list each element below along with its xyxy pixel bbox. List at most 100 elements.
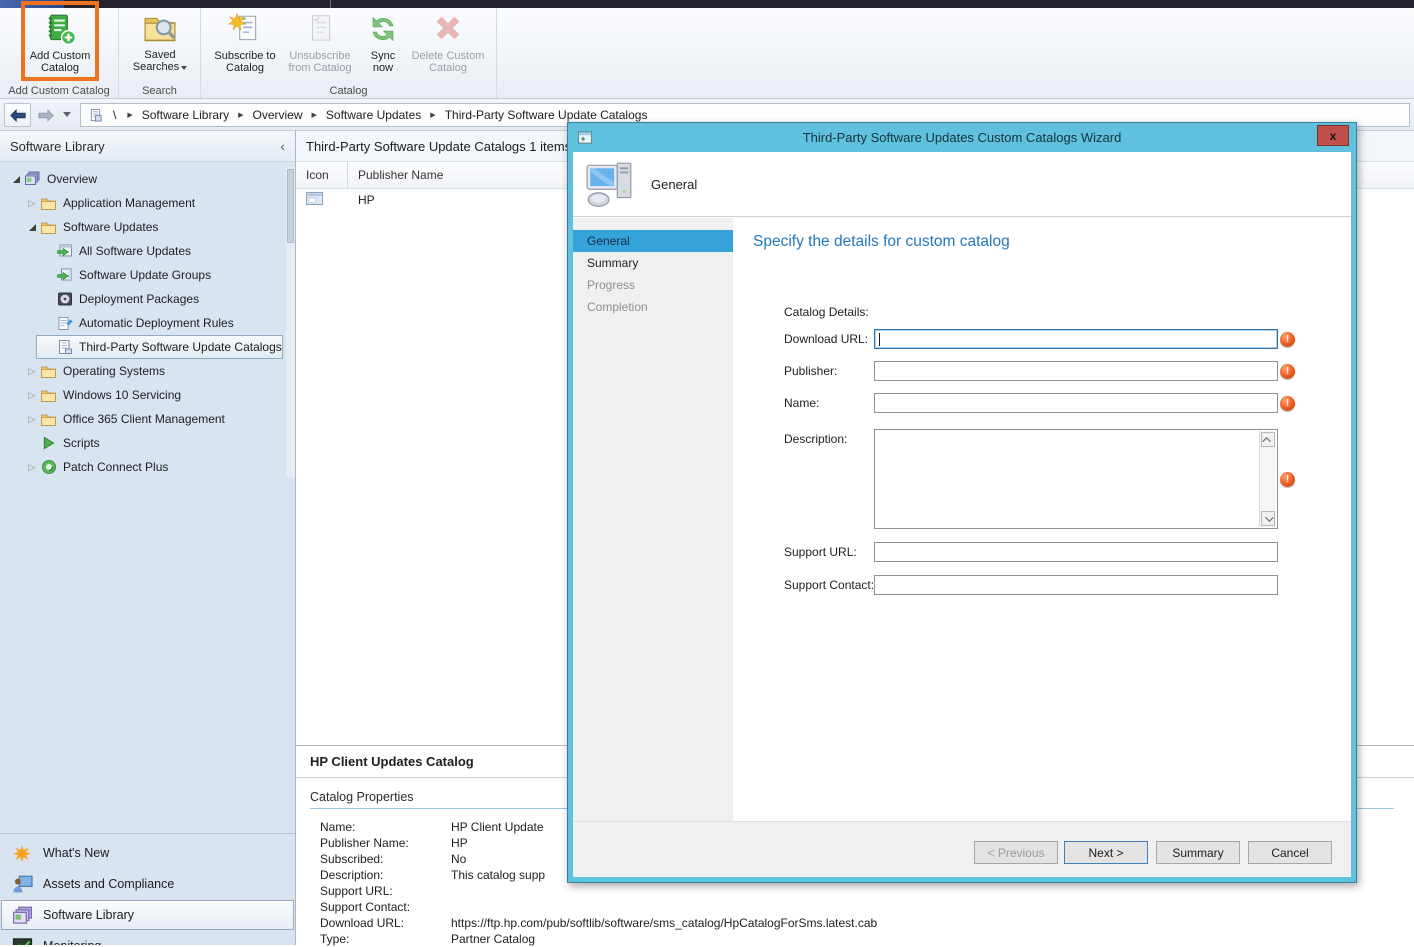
- ribbon-button-sync-now[interactable]: Sync now: [361, 11, 405, 75]
- expand-expander-icon[interactable]: [24, 407, 40, 431]
- scroll-up-icon[interactable]: [1261, 432, 1275, 447]
- support-url-input[interactable]: [874, 542, 1278, 562]
- tree-item-label: All Software Updates: [79, 244, 192, 258]
- workspace-item-monitoring[interactable]: Monitoring: [1, 931, 294, 945]
- property-row: Download URL: https://ftp.hp.com/pub/soft…: [296, 915, 1414, 931]
- support-contact-input[interactable]: [874, 575, 1278, 595]
- expand-expander-icon[interactable]: [24, 455, 40, 479]
- sidebar-item-software-update-groups[interactable]: Software Update Groups: [0, 263, 285, 287]
- navigation-tree: Overview Application Management Software U…: [0, 167, 285, 479]
- textarea-scrollbar[interactable]: [1259, 431, 1276, 527]
- tree-scrollbar[interactable]: [286, 167, 295, 477]
- breadcrumb-item-software-library[interactable]: Software Library: [136, 106, 235, 124]
- sidebar-item-all-software-updates[interactable]: All Software Updates: [0, 239, 285, 263]
- workspace-item-assets-and-compliance[interactable]: Assets and Compliance: [1, 869, 294, 899]
- breadcrumb-item-overview[interactable]: Overview: [247, 106, 309, 124]
- scroll-down-icon[interactable]: [1261, 511, 1275, 526]
- summary-button[interactable]: Summary: [1156, 841, 1240, 864]
- tree-item-label: Deployment Packages: [79, 292, 200, 306]
- details-title: HP Client Updates Catalog: [310, 754, 474, 769]
- ribbon-group-catalog: Subscribe to Catalog Unsubscribe from Cat…: [201, 8, 497, 98]
- wizard-title-bar: Third-Party Software Updates Custom Cata…: [568, 123, 1356, 152]
- sidebar-item-software-updates[interactable]: Software Updates: [0, 215, 285, 239]
- ribbon-group-label: Catalog: [329, 85, 368, 97]
- collapse-expander-icon[interactable]: [24, 215, 40, 239]
- ribbon-button-label: Delete Custom Catalog: [411, 49, 485, 75]
- collapse-expander-icon[interactable]: [8, 167, 24, 191]
- workspace-label: What's New: [43, 846, 110, 860]
- sidebar-header: Software Library ‹: [0, 131, 295, 162]
- ribbon-button-unsubscribe-from-catalog[interactable]: Unsubscribe from Catalog: [281, 11, 359, 75]
- history-dropdown-icon[interactable]: [63, 112, 71, 117]
- workspace-item-what-s-new[interactable]: What's New: [1, 838, 294, 868]
- wizard-step-nav: General Summary Progress Completion: [573, 218, 733, 821]
- tree-item-label: Automatic Deployment Rules: [79, 316, 234, 330]
- close-button[interactable]: x: [1317, 125, 1349, 146]
- wizard-small-icon: [577, 130, 593, 145]
- folder-icon: [40, 363, 57, 380]
- wizard-header: General: [573, 152, 1351, 217]
- workspace-label: Monitoring: [43, 939, 101, 945]
- sidebar-item-automatic-deployment-rules[interactable]: Automatic Deployment Rules: [0, 311, 285, 335]
- breadcrumb-item-software-updates[interactable]: Software Updates: [320, 106, 427, 124]
- tree-item-label: Application Management: [63, 196, 196, 210]
- delete-custom-catalog-icon: [431, 11, 465, 47]
- patch-connect-icon: [40, 459, 57, 476]
- cancel-button[interactable]: Cancel: [1248, 841, 1332, 864]
- ribbon-button-label: Unsubscribe from Catalog: [288, 49, 352, 75]
- sidebar-item-patch-connect-plus[interactable]: Patch Connect Plus: [0, 455, 285, 479]
- workspace-item-software-library[interactable]: Software Library: [1, 900, 294, 930]
- expand-expander-icon[interactable]: [24, 191, 40, 215]
- next-button[interactable]: Next >: [1064, 841, 1148, 864]
- wizard-step-general[interactable]: General: [573, 230, 733, 252]
- sidebar-item-deployment-packages[interactable]: Deployment Packages: [0, 287, 285, 311]
- sidebar-item-operating-systems[interactable]: Operating Systems: [0, 359, 285, 383]
- deployment-packages-icon: [56, 291, 73, 308]
- column-header-publisher-name[interactable]: Publisher Name: [348, 162, 443, 188]
- catalogs-icon: [56, 339, 73, 356]
- tree-item-label: Overview: [47, 172, 98, 186]
- deployment-rules-icon: [56, 315, 73, 332]
- breadcrumb-separator-icon: ▶: [311, 112, 317, 119]
- scrollbar-thumb[interactable]: [287, 169, 294, 243]
- tree-item-label: Scripts: [63, 436, 100, 450]
- description-textarea[interactable]: [874, 429, 1278, 529]
- ribbon-group-label: Search: [142, 85, 177, 97]
- column-header-icon[interactable]: Icon: [296, 162, 348, 188]
- sidebar-item-third-party-software-update-catalogs[interactable]: Third-Party Software Update Catalogs: [0, 335, 285, 359]
- property-value: This catalog supp: [451, 868, 546, 882]
- breadcrumb-root[interactable]: \: [103, 108, 124, 122]
- expand-expander-icon[interactable]: [24, 383, 40, 407]
- required-error-icon: !: [1280, 472, 1295, 487]
- sidebar-item-windows-10-servicing[interactable]: Windows 10 Servicing: [0, 383, 285, 407]
- download-url-input[interactable]: [874, 329, 1278, 349]
- previous-button: < Previous: [974, 841, 1058, 864]
- wizard-step-completion: Completion: [587, 300, 648, 314]
- wizard-step-summary[interactable]: Summary: [573, 252, 733, 274]
- breadcrumb-separator-icon: ▶: [127, 112, 133, 119]
- expand-expander-icon[interactable]: [24, 359, 40, 383]
- property-label: Name:: [320, 820, 356, 834]
- ribbon-button-delete-custom-catalog[interactable]: Delete Custom Catalog: [406, 11, 490, 75]
- publisher-input[interactable]: [874, 361, 1278, 381]
- property-value: HP: [451, 836, 468, 850]
- ribbon-button-saved-searches[interactable]: Saved Searches: [124, 11, 196, 74]
- sidebar-item-application-management[interactable]: Application Management: [0, 191, 285, 215]
- property-label: Type:: [320, 932, 350, 946]
- sidebar-item-overview[interactable]: Overview: [0, 167, 285, 191]
- forward-button[interactable]: [32, 103, 59, 127]
- name-input[interactable]: [874, 393, 1278, 413]
- catalog-details-label: Catalog Details:: [784, 305, 869, 319]
- console-icon: [87, 107, 103, 123]
- wizard-footer: < Previous Next > Summary Cancel: [573, 821, 1351, 877]
- tree-item-label: Operating Systems: [63, 364, 166, 378]
- back-button[interactable]: [4, 103, 31, 127]
- field-label-description: Description:: [784, 432, 848, 446]
- sidebar-item-office-365-client-management[interactable]: Office 365 Client Management: [0, 407, 285, 431]
- ribbon-button-subscribe-to-catalog[interactable]: Subscribe to Catalog: [210, 11, 280, 75]
- collapse-sidebar-icon[interactable]: ‹: [280, 139, 285, 153]
- sidebar-item-scripts[interactable]: Scripts: [0, 431, 285, 455]
